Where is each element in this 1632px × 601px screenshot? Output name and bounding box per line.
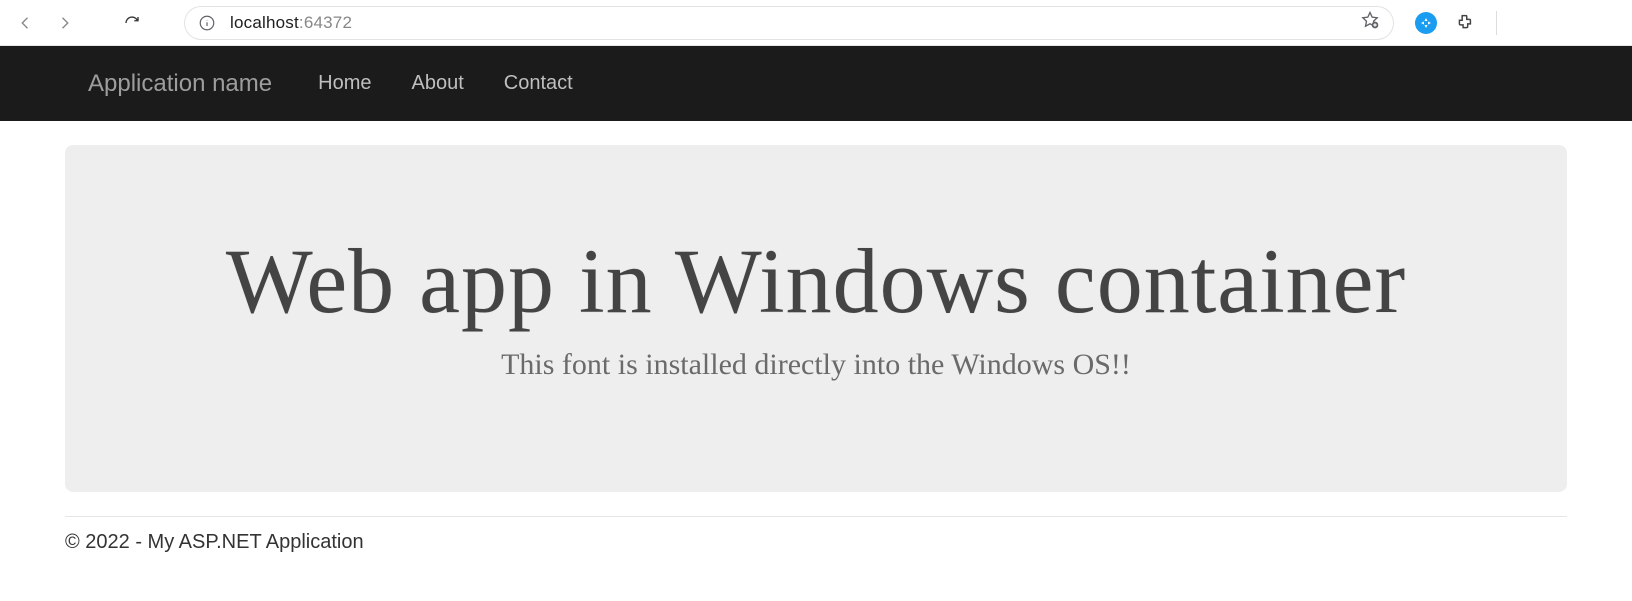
app-navbar: Application name Home About Contact	[0, 46, 1632, 121]
refresh-icon	[123, 14, 141, 32]
footer-separator	[65, 516, 1567, 517]
favorite-icon[interactable]	[1360, 10, 1380, 35]
arrow-right-icon	[55, 14, 73, 32]
back-button[interactable]	[10, 7, 42, 39]
forward-button[interactable]	[48, 7, 80, 39]
arrow-left-icon	[17, 14, 35, 32]
footer-text: © 2022 - My ASP.NET Application	[0, 531, 1632, 554]
hero-subtitle: This font is installed directly into the…	[105, 348, 1527, 382]
refresh-button[interactable]	[116, 7, 148, 39]
url-port: :64372	[299, 13, 352, 32]
nav-link-home[interactable]: Home	[318, 72, 371, 95]
url-host: localhost	[230, 13, 299, 32]
extension-blue-icon[interactable]	[1414, 11, 1438, 35]
navbar-brand[interactable]: Application name	[88, 70, 272, 98]
address-bar[interactable]: localhost:64372	[184, 6, 1394, 40]
hero-title: Web app in Windows container	[105, 233, 1527, 330]
url-text: localhost:64372	[230, 13, 352, 33]
browser-right-icons	[1414, 11, 1497, 35]
nav-link-contact[interactable]: Contact	[504, 72, 573, 95]
browser-toolbar: localhost:64372	[0, 0, 1632, 46]
jumbotron: Web app in Windows container This font i…	[65, 145, 1567, 492]
extensions-icon[interactable]	[1452, 11, 1476, 35]
toolbar-divider	[1496, 11, 1497, 35]
site-info-icon[interactable]	[198, 14, 216, 32]
nav-link-about[interactable]: About	[411, 72, 463, 95]
main-container: Web app in Windows container This font i…	[0, 121, 1632, 492]
